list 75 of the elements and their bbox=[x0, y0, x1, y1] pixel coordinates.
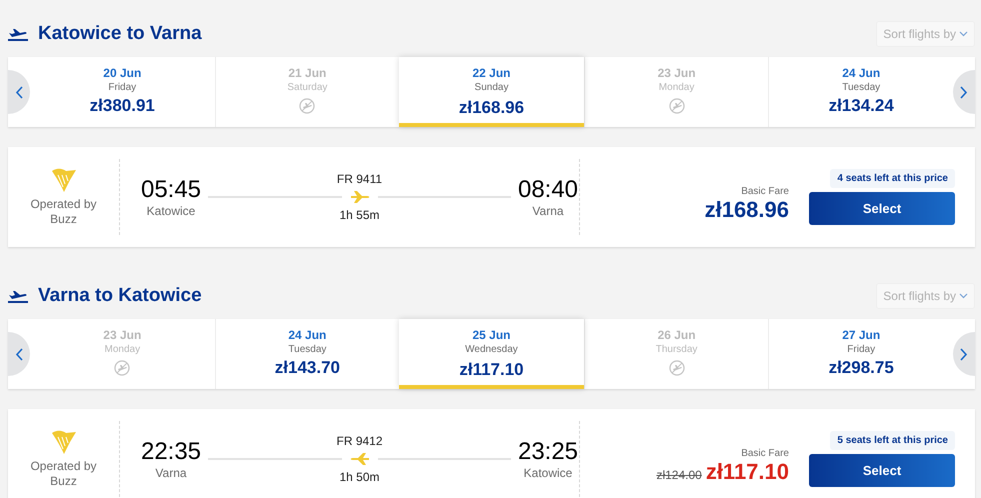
weekday-label: Sunday bbox=[474, 81, 508, 95]
date-label: 24 Jun bbox=[288, 328, 326, 343]
seats-left-badge: 5 seats left at this price bbox=[830, 431, 955, 450]
chevron-left-icon bbox=[15, 86, 23, 98]
date-label: 23 Jun bbox=[103, 328, 142, 343]
arrival-city: Varna bbox=[532, 204, 564, 218]
flight-duration: 1h 50m bbox=[339, 470, 380, 484]
date-tab[interactable]: 27 Jun Friday zł298.75 bbox=[768, 319, 953, 389]
weekday-label: Wednesday bbox=[465, 343, 518, 357]
date-price: zł298.75 bbox=[828, 357, 894, 379]
fare-price: zł168.96 bbox=[704, 196, 789, 222]
chevron-left-icon bbox=[15, 348, 23, 360]
weekday-label: Tuesday bbox=[288, 343, 326, 357]
fare-label: Basic Fare bbox=[741, 448, 789, 458]
date-label: 26 Jun bbox=[658, 328, 696, 343]
chevron-right-icon bbox=[960, 348, 968, 360]
weekday-label: Thursday bbox=[656, 343, 698, 357]
departure-time: 05:45 bbox=[140, 176, 202, 204]
next-dates-button[interactable] bbox=[953, 70, 975, 114]
date-label: 25 Jun bbox=[472, 328, 510, 343]
route-title: Katowice to Varna bbox=[38, 23, 203, 45]
departure-city: Katowice bbox=[146, 204, 196, 218]
route-title: Varna to Katowice bbox=[38, 285, 203, 307]
operator-label: Operated by Buzz bbox=[29, 459, 98, 489]
date-tab[interactable]: 24 Jun Tuesday zł143.70 bbox=[214, 319, 400, 389]
weekday-label: Tuesday bbox=[842, 81, 880, 95]
previous-dates-button[interactable] bbox=[8, 332, 30, 376]
date-label: 27 Jun bbox=[842, 328, 880, 343]
chevron-down-icon bbox=[959, 31, 968, 37]
date-label: 24 Jun bbox=[842, 66, 880, 81]
weekday-label: Friday bbox=[108, 81, 136, 95]
flight-number: FR 9411 bbox=[336, 172, 382, 186]
date-price: zł117.10 bbox=[459, 359, 524, 381]
date-label: 20 Jun bbox=[103, 66, 142, 81]
arrival-time: 08:40 bbox=[518, 176, 578, 204]
weekday-label: Saturday bbox=[287, 81, 328, 95]
weekday-label: Monday bbox=[104, 343, 140, 357]
seats-left-badge: 4 seats left at this price bbox=[830, 169, 955, 188]
old-price: zł124.00 bbox=[656, 468, 702, 482]
flight-duration: 1h 55m bbox=[339, 208, 380, 222]
arrival-city: Katowice bbox=[524, 466, 572, 480]
harp-logo-icon bbox=[50, 167, 78, 193]
select-button[interactable]: Select bbox=[809, 192, 955, 225]
next-dates-button[interactable] bbox=[953, 332, 975, 376]
departure-time: 22:35 bbox=[140, 438, 202, 466]
date-tab[interactable]: 25 Jun Wednesday zł117.10 bbox=[399, 319, 584, 389]
date-label: 21 Jun bbox=[288, 66, 326, 81]
date-tab[interactable]: 24 Jun Tuesday zł134.24 bbox=[768, 57, 953, 127]
date-label: 23 Jun bbox=[658, 66, 696, 81]
date-price: zł168.96 bbox=[458, 97, 524, 119]
date-price: zł380.91 bbox=[90, 95, 155, 117]
select-button[interactable]: Select bbox=[809, 454, 955, 487]
chevron-right-icon bbox=[960, 86, 968, 98]
departure-city: Varna bbox=[155, 466, 187, 480]
date-tab[interactable]: 20 Jun Friday zł380.91 bbox=[30, 57, 215, 127]
date-price: zł134.24 bbox=[828, 95, 894, 117]
fare-label: Basic Fare bbox=[741, 186, 789, 196]
operator-label: Operated by Buzz bbox=[29, 197, 98, 227]
no-flight-icon bbox=[299, 98, 316, 114]
chevron-down-icon bbox=[959, 293, 968, 299]
date-label: 22 Jun bbox=[472, 66, 510, 81]
no-flight-icon bbox=[668, 360, 685, 376]
no-flight-icon bbox=[114, 360, 130, 376]
departure-icon bbox=[8, 289, 28, 303]
weekday-label: Monday bbox=[658, 81, 694, 95]
departure-icon bbox=[8, 27, 28, 41]
arrival-time: 23:25 bbox=[518, 438, 578, 466]
weekday-label: Friday bbox=[847, 343, 876, 357]
date-tab[interactable]: 22 Jun Sunday zł168.96 bbox=[399, 57, 584, 127]
fare-price: zł117.10 bbox=[706, 458, 789, 484]
no-flight-icon bbox=[668, 98, 685, 114]
previous-dates-button[interactable] bbox=[8, 70, 30, 114]
harp-logo-icon bbox=[50, 429, 78, 455]
flight-number: FR 9412 bbox=[336, 434, 383, 448]
date-price: zł143.70 bbox=[274, 357, 340, 379]
